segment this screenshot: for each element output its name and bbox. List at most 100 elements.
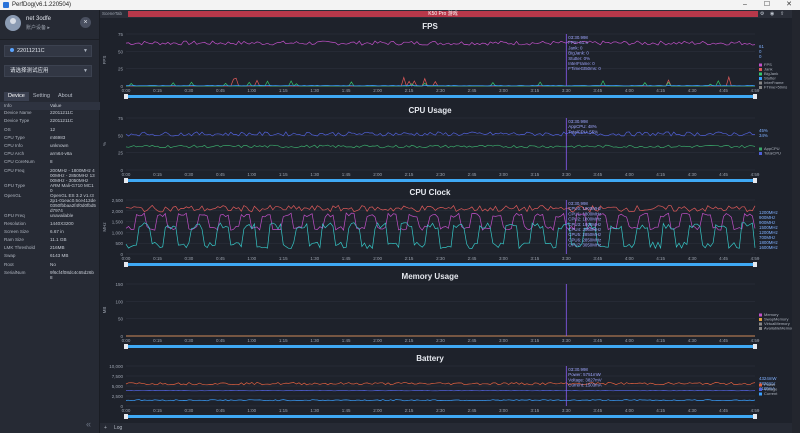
device-info-table: InfoValueDevice Name22011211CDevice Type… [0, 102, 100, 280]
tab-setting[interactable]: Setting [29, 92, 54, 101]
x-tick-label: 1:15 [279, 172, 288, 177]
y-tick-label: 1,000 [112, 230, 124, 235]
time-range-slider [126, 179, 755, 182]
info-key: GPU Freq [4, 213, 50, 221]
app-select-value: 请选择测试应用 [10, 68, 49, 74]
x-tick-label: 4:15 [656, 338, 665, 343]
x-tick-label: 4:00 [625, 88, 634, 93]
x-tick-label: 0:15 [153, 256, 162, 261]
table-row: OS12 [0, 127, 100, 135]
info-key: Ram Size [4, 237, 50, 245]
x-tick-label: 3:30 [562, 256, 571, 261]
info-value: unavailable [50, 213, 96, 221]
x-tick-label: 1:15 [279, 256, 288, 261]
record-icon[interactable]: ◉ [770, 11, 774, 17]
x-tick-label: 0:00 [122, 256, 131, 261]
x-tick-label: 1:00 [247, 408, 256, 413]
x-tick-label: 1:00 [247, 88, 256, 93]
y-tick-label: 25 [118, 67, 124, 72]
info-key: CPU Freq [4, 168, 50, 183]
bottom-bar: + Log [100, 423, 800, 433]
chart-cpuclock[interactable]: 05001,0001,5002,0002,500MHz03:30.998CPU0… [100, 188, 800, 270]
table-row: Device Name22011211C [0, 110, 100, 118]
table-row: SerialNum9f6cf4f08dc4c65d26b8 [0, 270, 100, 280]
x-tick-label: 2:45 [468, 88, 477, 93]
legend-entry: AvailableMemory [764, 326, 795, 331]
x-tick-label: 4:00 [625, 408, 634, 413]
x-tick-label: 3:00 [499, 408, 508, 413]
x-tick-label: 3:45 [593, 172, 602, 177]
y-tick-label: 50 [118, 133, 124, 138]
device-select-value: 22011211C [17, 48, 45, 54]
info-key: CPU Info [4, 143, 50, 151]
sidebar-close-icon[interactable]: × [80, 17, 91, 28]
series-line-Power [126, 382, 755, 384]
chart-cpu[interactable]: 0255075%03:30.998AppCPU: 48%TotalCPU: 55… [100, 106, 800, 186]
x-tick-label: 3:00 [499, 88, 508, 93]
upload-icon[interactable]: ⇪ [780, 11, 784, 17]
app-select[interactable]: 请选择测试应用 ▼ [4, 65, 92, 77]
x-tick-label: 4:30 [688, 88, 697, 93]
scrollbar[interactable] [792, 10, 800, 433]
x-tick-label: 1:15 [279, 88, 288, 93]
x-tick-label: 4:15 [656, 408, 665, 413]
x-tick-label: 4:15 [656, 88, 665, 93]
x-tick-label: 2:45 [468, 338, 477, 343]
chart-fps[interactable]: 0255075FPS03:30.998FPS: 61.4Jank: 0BigJa… [100, 22, 800, 102]
y-tick-label: 50 [118, 317, 124, 322]
legend-entry: TotalCPU [764, 151, 781, 156]
table-row: CPU Infounknown [0, 143, 100, 151]
minimize-button[interactable]: – [734, 0, 756, 10]
table-row: Resolution1440X3200 [0, 221, 100, 229]
x-tick-label: 2:45 [468, 408, 477, 413]
current-value-label: 34% [759, 133, 768, 138]
info-key: CPU Arch [4, 151, 50, 159]
series-line-AppCPU [126, 145, 755, 148]
maximize-button[interactable]: ☐ [756, 0, 778, 10]
table-row: RootNo [0, 262, 100, 270]
scene-tab[interactable]: SceneTab [102, 11, 122, 16]
tab-device[interactable]: Device [4, 92, 29, 101]
x-tick-label: 4:45 [719, 408, 728, 413]
user-account-link[interactable]: 账户设备 ▸ [26, 24, 50, 31]
info-key: CPU Type [4, 135, 50, 143]
close-button[interactable]: ✕ [778, 0, 800, 10]
marker-annotation: Current: 1503mA [568, 383, 602, 388]
y-tick-label: 500 [115, 241, 123, 246]
x-tick-label: 4:00 [625, 172, 634, 177]
x-tick-label: 1:30 [310, 172, 319, 177]
info-value: 216MB [50, 245, 96, 253]
x-tick-label: 3:15 [530, 172, 539, 177]
tab-about[interactable]: About [54, 92, 76, 101]
x-tick-label: 0:00 [122, 172, 131, 177]
x-tick-label: 2:30 [436, 172, 445, 177]
x-tick-label: 2:45 [468, 256, 477, 261]
table-row: Swap6143 MB [0, 253, 100, 261]
info-key: CPU CoreNum [4, 159, 50, 167]
x-tick-label: 0:45 [216, 338, 225, 343]
device-select[interactable]: 22011211C ▼ [4, 45, 92, 57]
table-row: GPU Frequnavailable [0, 213, 100, 221]
info-key: Root [4, 262, 50, 270]
marker-annotation: FTimeGt50ms: 0 [568, 66, 601, 71]
chart-battery[interactable]: 02,5005,0007,50010,00003:30.998Power: 57… [100, 354, 800, 422]
y-axis-label: MHz [102, 222, 107, 232]
settings-icon[interactable]: ⚙ [760, 11, 764, 17]
avatar[interactable] [5, 15, 21, 31]
x-tick-label: 2:30 [436, 408, 445, 413]
log-tab[interactable]: Log [114, 425, 122, 431]
y-tick-label: 25 [118, 151, 124, 156]
x-tick-label: 4:30 [688, 172, 697, 177]
add-icon[interactable]: + [104, 425, 107, 431]
chevron-down-icon: ▼ [83, 46, 88, 56]
x-tick-label: 3:45 [593, 88, 602, 93]
x-tick-label: 4:30 [688, 408, 697, 413]
chevron-down-icon: ▼ [83, 66, 88, 76]
chart-memory[interactable]: 050100150MBMemorySwapMemoryVirtualMemory… [100, 272, 800, 352]
x-tick-label: 2:45 [468, 172, 477, 177]
collapse-sidebar-icon[interactable]: « [86, 419, 91, 429]
user-name: net 3odfe [26, 16, 51, 22]
marker-annotation: CPU7: 3050MHz [568, 243, 601, 248]
x-tick-label: 3:15 [530, 408, 539, 413]
current-value-label: 0 [759, 54, 762, 59]
